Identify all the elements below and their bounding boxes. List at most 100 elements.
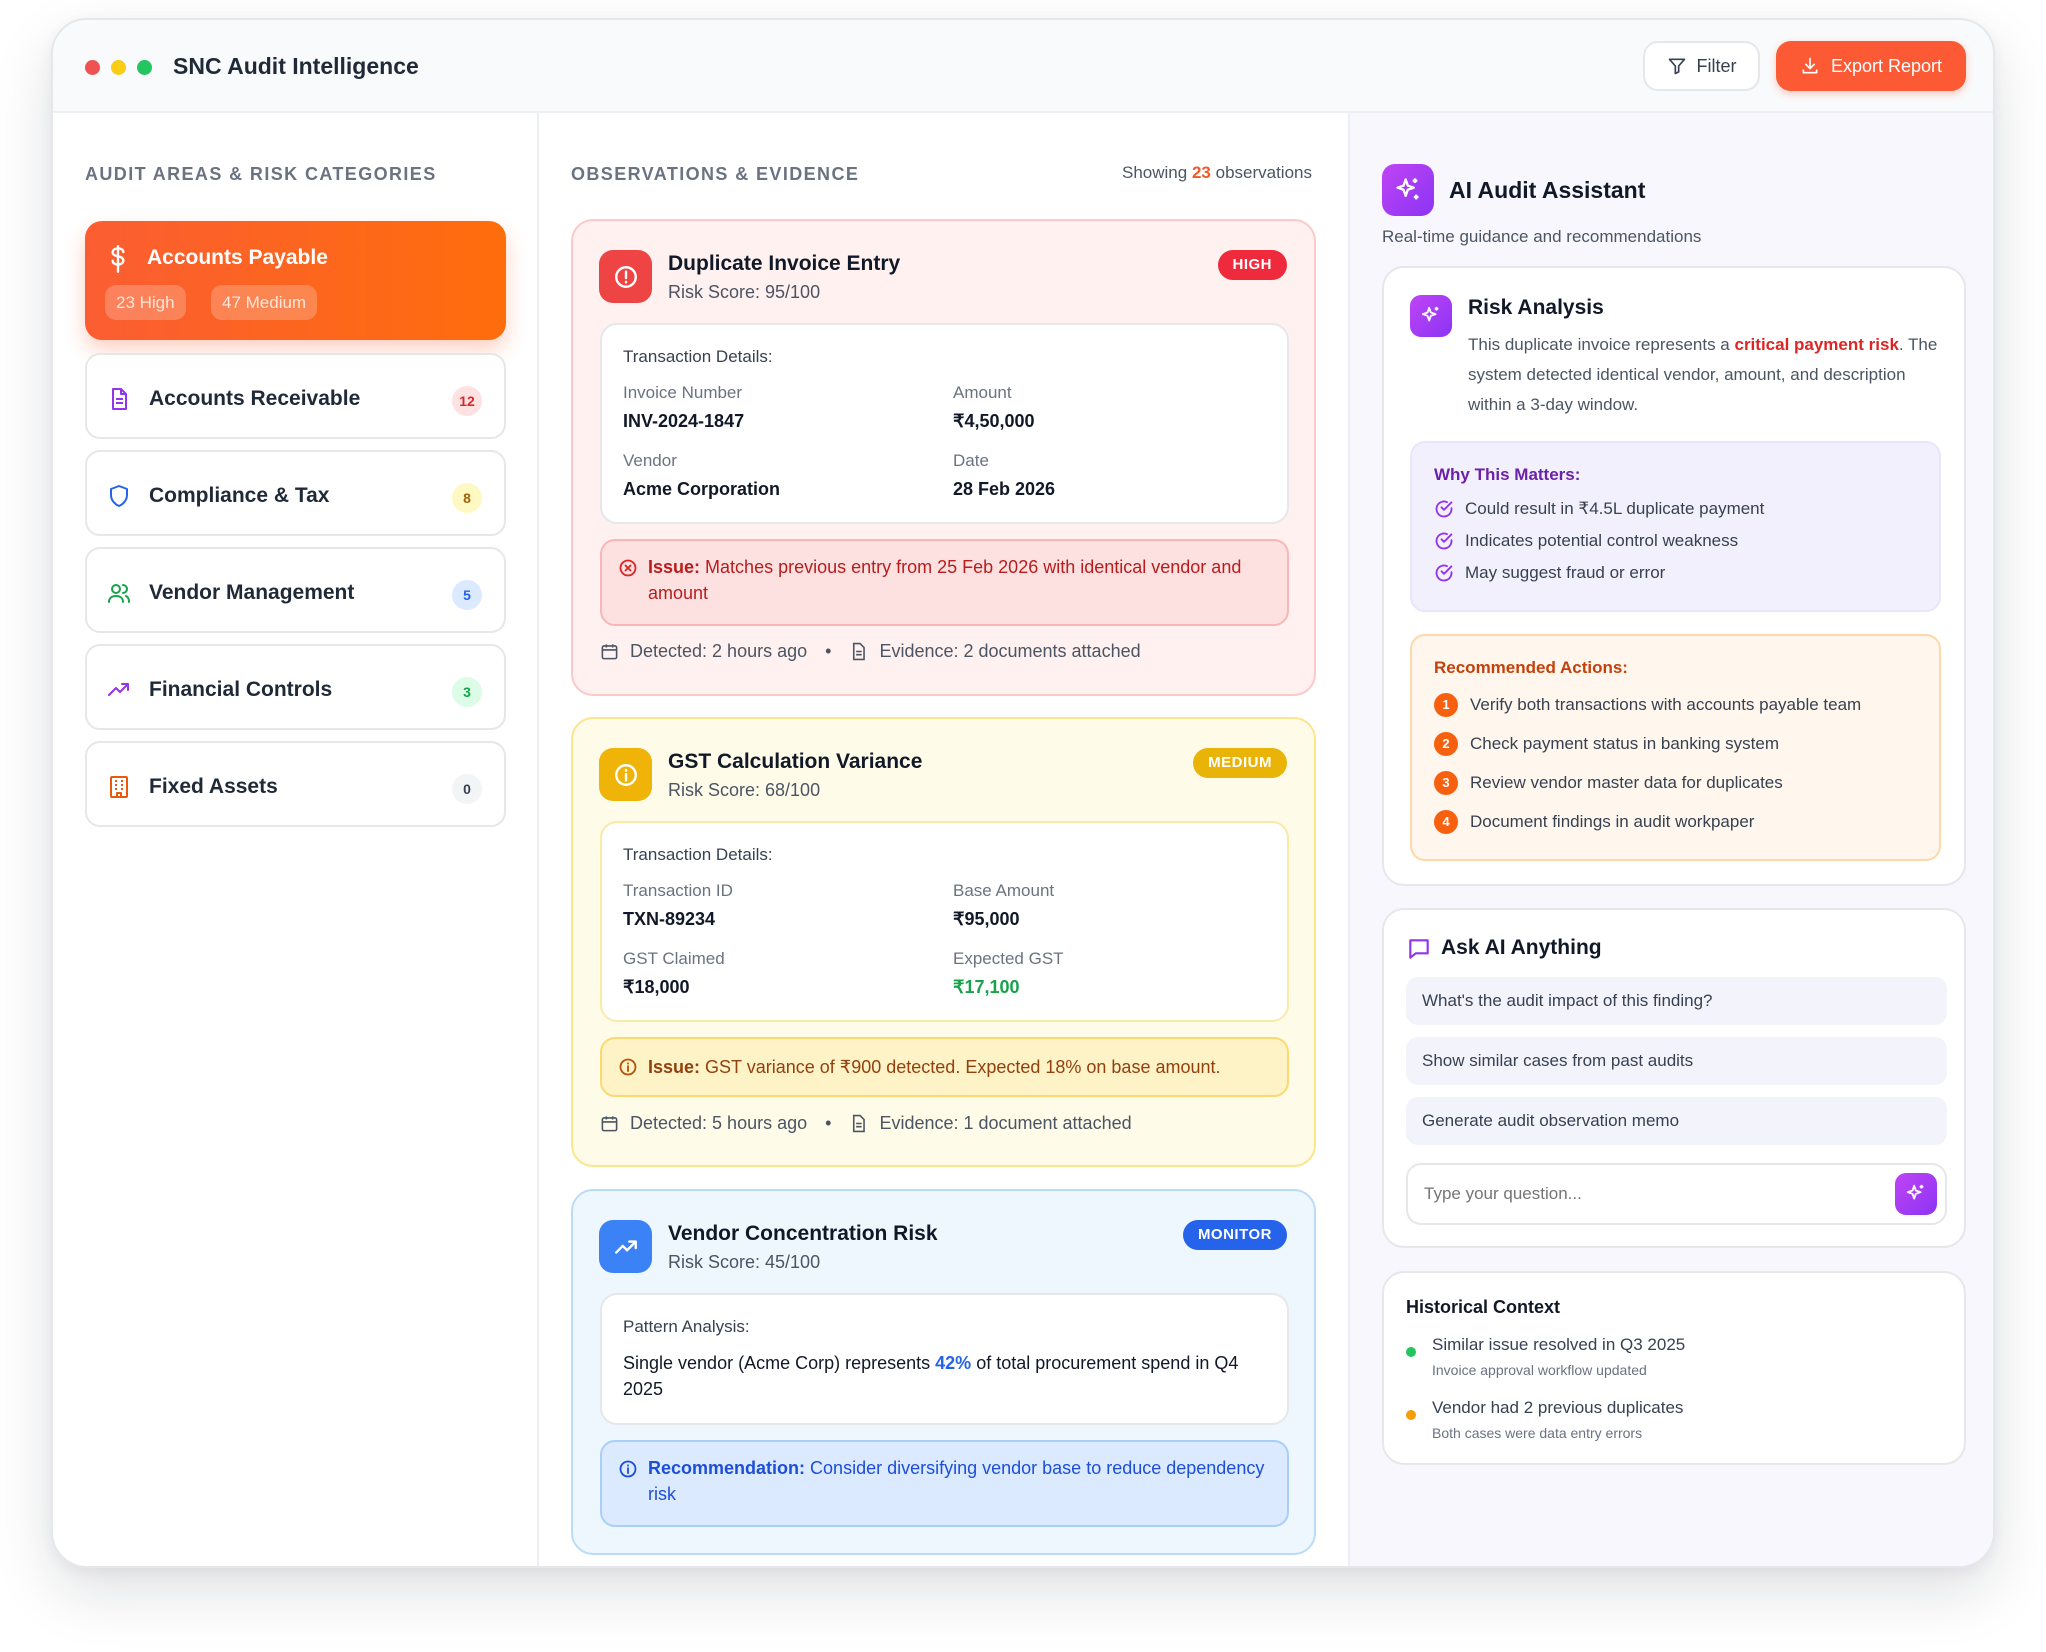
ai-assistant-panel: AI Audit Assistant Real-time guidance an… [1350,113,1993,1566]
high-count-pill: 23 High [105,285,186,320]
area-fixed-assets[interactable]: Fixed Assets 0 [85,741,506,827]
recommendation-box: Recommendation: Consider diversifying ve… [600,1440,1289,1527]
history-text: Similar issue resolved in Q3 2025 [1432,1335,1686,1354]
count-badge: 0 [452,774,482,804]
field-label: Expected GST [953,949,1064,968]
detected-time: Detected: 2 hours ago [630,641,808,661]
risk-score: Risk Score: 45/100 [668,1252,821,1272]
window-maximize-dot[interactable] [137,60,152,75]
observations-title: OBSERVATIONS & EVIDENCE [571,164,860,184]
recommended-actions-box: Recommended Actions: 1 Verify both transa… [1410,634,1941,861]
historical-context-title: Historical Context [1406,1297,1561,1317]
area-financial-controls[interactable]: Financial Controls 3 [85,644,506,730]
area-accounts-receivable[interactable]: Accounts Receivable 12 [85,353,506,439]
ask-ai-title: Ask AI Anything [1441,936,1602,959]
risk-score: Risk Score: 68/100 [668,780,821,800]
area-label: Fixed Assets [149,775,278,798]
document-icon [853,642,866,661]
severity-badge: HIGH [1217,250,1287,280]
area-label: Vendor Management [149,581,355,604]
x-circle-icon [619,559,637,577]
dollar-icon [111,244,125,274]
issue-box: Issue: Matches previous entry from 25 Fe… [600,539,1289,626]
observation-title: Duplicate Invoice Entry [668,252,901,275]
evidence-link[interactable]: Evidence: 2 documents attached [879,641,1140,662]
step-number: 2 [1434,732,1458,756]
users-icon [108,584,130,603]
check-circle-icon [1435,564,1453,582]
field-label: Transaction ID [623,881,733,900]
history-subtext: Both cases were data entry errors [1432,1425,1643,1441]
calendar-icon [601,644,618,660]
field-label: Base Amount [953,881,1055,900]
export-report-label: Export Report [1830,55,1943,76]
step-number: 4 [1434,810,1458,834]
app-window: SNC Audit Intelligence Filter Export Rep… [51,18,1995,1568]
field-value: 28 Feb 2026 [953,479,1056,499]
building-icon [110,776,128,798]
historical-context-card: Historical Context Similar issue resolve… [1382,1271,1966,1465]
info-circle-icon [619,1460,637,1478]
observation-footer: Detected: 5 hours ago • Evidence: 1 docu… [600,1113,1132,1134]
info-circle-icon [619,1058,637,1076]
observation-card-vendor-concentration[interactable]: Vendor Concentration Risk Risk Score: 45… [571,1189,1316,1555]
filter-button-label: Filter [1696,55,1737,76]
why-item: Indicates potential control weakness [1434,531,1738,551]
shield-icon [110,485,128,507]
chat-bubble-icon [1409,939,1429,959]
issue-box: Issue: GST variance of ₹900 detected. Ex… [600,1037,1289,1097]
why-item-text: Could result in ₹4.5L duplicate payment [1465,499,1765,518]
why-item: Could result in ₹4.5L duplicate payment [1434,499,1764,519]
audit-areas-title: AUDIT AREAS & RISK CATEGORIES [85,164,437,184]
why-this-matters-box: Why This Matters: Could result in ₹4.5L … [1410,441,1941,612]
check-circle-icon [1435,532,1453,550]
window-minimize-dot[interactable] [111,60,126,75]
send-button[interactable] [1895,1173,1937,1215]
observation-card-gst-variance[interactable]: GST Calculation Variance Risk Score: 68/… [571,717,1316,1167]
status-dot [1406,1410,1416,1420]
issue-text: Matches previous entry from 25 Feb 2026 … [648,557,1242,603]
area-label: Accounts Receivable [149,387,361,410]
observation-title: Vendor Concentration Risk [668,1222,938,1245]
severity-badge: MEDIUM [1193,748,1287,778]
audit-areas-panel: AUDIT AREAS & RISK CATEGORIES Accounts P… [53,113,539,1566]
area-vendor-management[interactable]: Vendor Management 5 [85,547,506,633]
document-icon [112,388,127,410]
actions-title: Recommended Actions: [1434,658,1628,677]
title-bar: SNC Audit Intelligence Filter Export Rep… [53,20,1993,113]
window-close-dot[interactable] [85,60,100,75]
app-title: SNC Audit Intelligence [173,53,419,79]
evidence-link[interactable]: Evidence: 1 document attached [879,1113,1131,1134]
suggestion-chip[interactable]: What's the audit impact of this finding? [1406,977,1947,1025]
filter-button[interactable]: Filter [1643,41,1760,91]
pattern-text-pre: Single vendor (Acme Corp) represents [623,1353,931,1373]
download-icon [1802,57,1818,74]
issue-label: Issue: [648,1057,701,1077]
why-item-text: Indicates potential control weakness [1465,531,1739,550]
area-accounts-payable[interactable]: Accounts Payable 23 High 47 Medium [85,221,506,340]
detected-time: Detected: 5 hours ago [630,1113,808,1133]
why-item-text: May suggest fraud or error [1465,563,1666,582]
showing-suffix: observations [1215,163,1312,182]
action-text: Verify both transactions with accounts p… [1470,695,1862,714]
field-label: Invoice Number [623,383,743,402]
ask-ai-card: Ask AI Anything What's the audit impact … [1382,908,1966,1248]
calendar-icon [601,1116,618,1132]
area-compliance-tax[interactable]: Compliance & Tax 8 [85,450,506,536]
check-circle-icon [1435,500,1453,518]
assistant-title: AI Audit Assistant [1449,177,1646,203]
sparkles-icon [1906,1184,1924,1200]
status-dot [1406,1347,1416,1357]
observation-card-duplicate-invoice[interactable]: Duplicate Invoice Entry Risk Score: 95/1… [571,219,1316,696]
suggestion-chip[interactable]: Generate audit observation memo [1406,1097,1947,1145]
field-value: ₹17,100 [953,977,1020,997]
history-text: Vendor had 2 previous duplicates [1432,1398,1684,1417]
sparkles-icon [1382,164,1434,216]
field-value: ₹4,50,000 [953,411,1035,431]
export-report-button[interactable]: Export Report [1776,41,1966,91]
question-input[interactable] [1424,1177,1864,1211]
action-text: Document findings in audit workpaper [1470,812,1755,831]
suggestion-chip[interactable]: Show similar cases from past audits [1406,1037,1947,1085]
issue-text: GST variance of ₹900 detected. Expected … [705,1057,1221,1077]
alert-circle-icon [599,250,652,303]
